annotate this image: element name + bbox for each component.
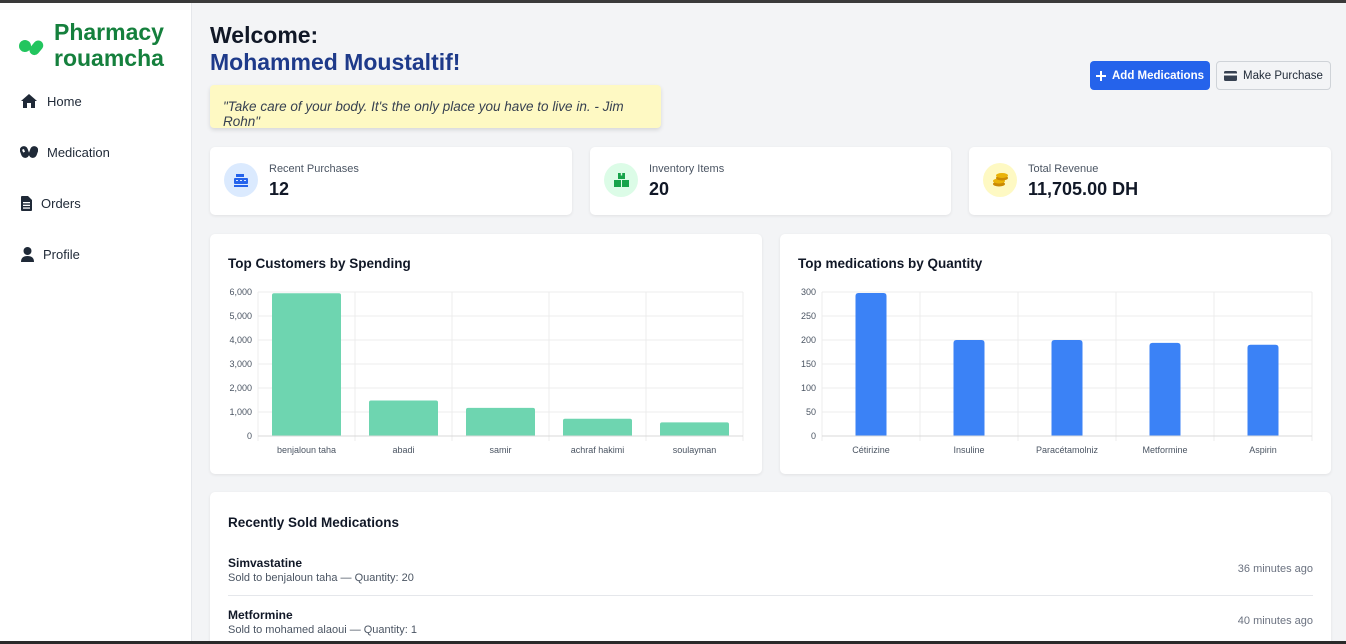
sidebar-item-medication[interactable]: Medication (20, 143, 110, 161)
chart-bar (272, 293, 341, 436)
chart-bar (855, 292, 887, 436)
y-tick-label: 0 (247, 431, 252, 441)
y-tick-label: 50 (806, 407, 816, 417)
x-tick-label: achraf hakimi (571, 445, 625, 455)
stat-value: 20 (649, 179, 670, 199)
sale-detail: Sold to benjaloun taha — Quantity: 20 (228, 572, 414, 584)
add-medications-label: Add Medications (1111, 69, 1204, 82)
y-tick-label: 2,000 (229, 383, 252, 393)
x-tick-label: benjaloun taha (277, 445, 336, 455)
user-name-heading: Mohammed Moustaltif! (210, 49, 461, 75)
y-tick-label: 0 (811, 431, 816, 441)
chart-bar (563, 418, 632, 436)
x-tick-label: samir (490, 445, 512, 455)
x-tick-label: abadi (392, 445, 414, 455)
x-tick-label: Cétirizine (852, 445, 890, 455)
chart-bar (660, 422, 729, 436)
sale-time: 40 minutes ago (1237, 615, 1313, 627)
y-tick-label: 5,000 (229, 311, 252, 321)
stat-card-total-revenue: Total Revenue 11,705.00 DH (969, 147, 1331, 215)
make-purchase-button[interactable]: Make Purchase (1216, 61, 1331, 90)
chart-bar (953, 340, 985, 436)
plus-icon (1095, 70, 1106, 81)
chart-bar (1149, 342, 1181, 436)
user-icon (20, 245, 34, 263)
brand[interactable]: Pharmacy rouamcha (16, 19, 164, 71)
sale-detail: Sold to mohamed alaoui — Quantity: 1 (228, 624, 417, 636)
y-tick-label: 100 (801, 383, 816, 393)
chart-card-customers: Top Customers by Spending 0 1,000 2,000 3,0… (210, 234, 762, 474)
y-tick-label: 300 (801, 287, 816, 297)
y-tick-label: 6,000 (229, 287, 252, 297)
x-tick-label: Insuline (953, 445, 984, 455)
customers-bar-chart: 0 1,000 2,000 3,000 4,000 5,000 6,000 benjaloun… (229, 287, 744, 455)
credit-card-icon (1224, 70, 1238, 81)
x-tick-label: Paracétamolniz (1036, 445, 1099, 455)
boxes-icon (604, 163, 638, 197)
sidebar-item-label: Medication (47, 144, 110, 160)
medication-name: Metformine (228, 608, 293, 622)
x-tick-label: Aspirin (1249, 445, 1277, 455)
home-icon (20, 92, 38, 110)
list-item[interactable]: Simvastatine Sold to benjaloun taha — Qu… (228, 556, 1313, 608)
quote-banner: "Take care of your body. It's the only p… (210, 85, 661, 129)
medication-name: Simvastatine (228, 556, 303, 570)
sidebar-item-label: Home (47, 93, 82, 109)
coins-icon (983, 163, 1017, 197)
recent-sales-title: Recently Sold Medications (228, 515, 400, 530)
chart-bar (466, 407, 535, 436)
y-tick-label: 250 (801, 311, 816, 321)
list-item[interactable]: Metformine Sold to mohamed alaoui — Quan… (228, 608, 1313, 644)
y-tick-label: 3,000 (229, 359, 252, 369)
add-medications-button[interactable]: Add Medications (1090, 61, 1210, 90)
x-tick-label: Metformine (1142, 445, 1187, 455)
stat-label: Total Revenue (1028, 163, 1099, 175)
y-tick-label: 200 (801, 335, 816, 345)
stat-value: 11,705.00 DH (1028, 179, 1139, 199)
x-tick-label: soulayman (673, 445, 717, 455)
stat-label: Inventory Items (649, 163, 725, 175)
make-purchase-label: Make Purchase (1243, 69, 1323, 82)
divider (228, 595, 1313, 596)
y-tick-label: 150 (801, 359, 816, 369)
stat-card-inventory-items: Inventory Items 20 (590, 147, 951, 215)
sidebar-item-label: Orders (41, 195, 81, 211)
sidebar-item-orders[interactable]: Orders (20, 194, 81, 212)
welcome-heading: Welcome: (210, 22, 319, 48)
sidebar-item-home[interactable]: Home (20, 92, 82, 110)
chart-bar (1051, 340, 1083, 436)
recent-sales-card: Recently Sold Medications Simvastatine S… (210, 492, 1331, 644)
chart-bar (369, 400, 438, 436)
sidebar-item-label: Profile (43, 246, 80, 262)
window-top-border (0, 0, 1346, 3)
chart-bar (1247, 344, 1279, 436)
sidebar-item-profile[interactable]: Profile (20, 245, 80, 263)
pills-icon (20, 143, 38, 161)
brand-name-line1: Pharmacy (54, 19, 164, 45)
document-icon (20, 194, 32, 212)
medications-bar-chart: 0 50 100 150 200 250 300 Cétirizine Insuline Para… (801, 287, 1313, 455)
stat-label: Recent Purchases (269, 163, 359, 175)
stat-card-recent-purchases: Recent Purchases 12 (210, 147, 572, 215)
pill-icon (19, 40, 44, 56)
stat-value: 12 (269, 179, 290, 199)
sidebar: Pharmacy rouamcha Home Medication Orders… (0, 3, 192, 641)
cash-register-icon (224, 163, 258, 197)
chart-card-medications: Top medications by Quantity 0 50 100 150 200… (780, 234, 1331, 474)
y-tick-label: 4,000 (229, 335, 252, 345)
brand-name-line2: rouamcha (54, 45, 164, 71)
sale-time: 36 minutes ago (1237, 563, 1313, 575)
y-tick-label: 1,000 (229, 407, 252, 417)
brand-name: Pharmacy rouamcha (54, 19, 164, 71)
